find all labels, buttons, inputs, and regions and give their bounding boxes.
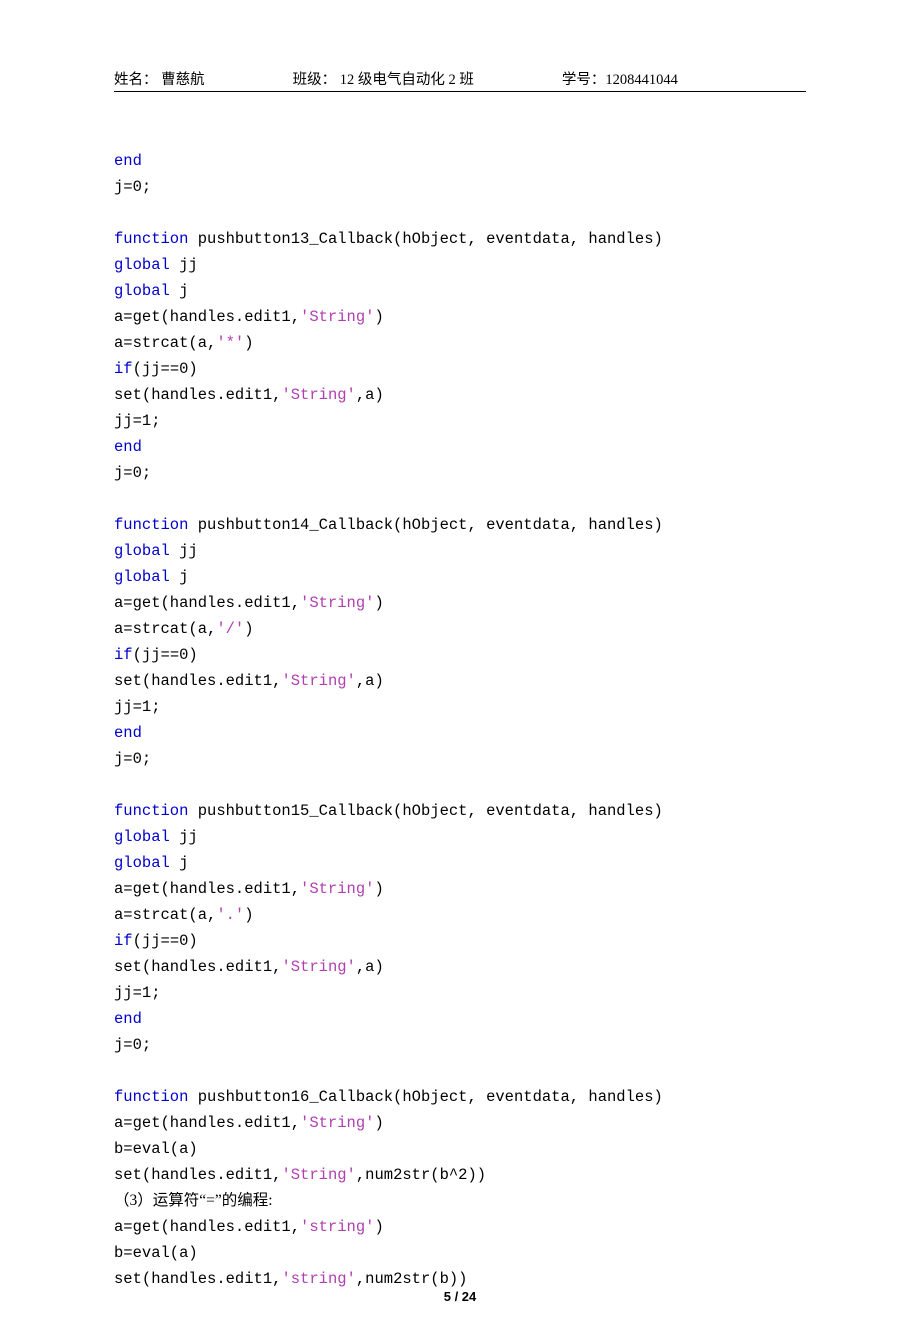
code-line: end (114, 438, 142, 456)
code-line: jj=1; (114, 698, 161, 716)
code-line: global jj (114, 542, 198, 560)
string-literal: 'string' (281, 1270, 355, 1288)
code-line: j=0; (114, 464, 151, 482)
keyword-global: global (114, 854, 170, 872)
keyword-if: if (114, 360, 133, 378)
code-line: function pushbutton16_Callback(hObject, … (114, 1088, 663, 1106)
page-header: 姓名： 曹慈航 班级： 12 级电气自动化 2 班 学号：1208441044 (114, 68, 806, 92)
code-line: global j (114, 568, 188, 586)
string-literal: 'String' (300, 594, 374, 612)
code-line: function pushbutton14_Callback(hObject, … (114, 516, 663, 534)
string-literal: 'String' (281, 386, 355, 404)
code-line: a=get(handles.edit1,'String') (114, 308, 384, 326)
code-line: jj=1; (114, 412, 161, 430)
code-line: function pushbutton13_Callback(hObject, … (114, 230, 663, 248)
header-class: 班级： 12 级电气自动化 2 班 (293, 68, 474, 89)
class-label: 班级： (293, 72, 337, 88)
keyword-function: function (114, 1088, 188, 1106)
name-label: 姓名： (114, 72, 158, 88)
code-line: set(handles.edit1,'String',a) (114, 672, 384, 690)
string-literal: 'String' (300, 880, 374, 898)
code-line: if(jj==0) (114, 360, 198, 378)
name-value: 曹慈航 (161, 72, 205, 88)
keyword-end: end (114, 438, 142, 456)
keyword-end: end (114, 724, 142, 742)
code-line: end (114, 152, 142, 170)
header-name: 姓名： 曹慈航 (114, 68, 205, 89)
header-id: 学号：1208441044 (562, 68, 678, 89)
code-line: j=0; (114, 1036, 151, 1054)
code-line: global j (114, 282, 188, 300)
keyword-global: global (114, 542, 170, 560)
keyword-if: if (114, 932, 133, 950)
code-line: global jj (114, 828, 198, 846)
keyword-function: function (114, 230, 188, 248)
code-line: function pushbutton15_Callback(hObject, … (114, 802, 663, 820)
class-value: 12 级电气自动化 2 班 (340, 72, 474, 88)
code-line: b=eval(a) (114, 1140, 198, 1158)
code-line: global j (114, 854, 188, 872)
code-line-comment: （3）运算符“=”的编程: (114, 1192, 273, 1209)
code-line: end (114, 724, 142, 742)
code-line: a=get(handles.edit1,'String') (114, 1114, 384, 1132)
code-line: set(handles.edit1,'String',a) (114, 386, 384, 404)
code-line: a=get(handles.edit1,'String') (114, 594, 384, 612)
keyword-global: global (114, 282, 170, 300)
string-literal: 'string' (300, 1218, 374, 1236)
code-block: end j=0; function pushbutton13_Callback(… (114, 122, 806, 1292)
string-literal: 'String' (281, 958, 355, 976)
code-line: global jj (114, 256, 198, 274)
keyword-end: end (114, 152, 142, 170)
string-literal: 'String' (300, 1114, 374, 1132)
string-literal: '/' (216, 620, 244, 638)
code-line: if(jj==0) (114, 646, 198, 664)
id-label: 学号： (562, 72, 606, 88)
keyword-global: global (114, 256, 170, 274)
id-value: 1208441044 (605, 72, 678, 88)
code-line: a=get(handles.edit1,'String') (114, 880, 384, 898)
string-literal: 'String' (300, 308, 374, 326)
code-line: set(handles.edit1,'String',num2str(b^2)) (114, 1166, 486, 1184)
keyword-end: end (114, 1010, 142, 1028)
code-line: b=eval(a) (114, 1244, 198, 1262)
keyword-if: if (114, 646, 133, 664)
keyword-global: global (114, 568, 170, 586)
code-line: a=get(handles.edit1,'string') (114, 1218, 384, 1236)
code-line: j=0; (114, 178, 151, 196)
string-literal: 'String' (281, 1166, 355, 1184)
keyword-function: function (114, 802, 188, 820)
keyword-function: function (114, 516, 188, 534)
code-line: a=strcat(a,'.') (114, 906, 254, 924)
document-page: 姓名： 曹慈航 班级： 12 级电气自动化 2 班 学号：1208441044 en… (0, 0, 920, 1332)
code-line: jj=1; (114, 984, 161, 1002)
code-line: end (114, 1010, 142, 1028)
code-line: a=strcat(a,'*') (114, 334, 254, 352)
code-line: set(handles.edit1,'String',a) (114, 958, 384, 976)
string-literal: '.' (216, 906, 244, 924)
keyword-global: global (114, 828, 170, 846)
code-line: if(jj==0) (114, 932, 198, 950)
code-line: j=0; (114, 750, 151, 768)
string-literal: '*' (216, 334, 244, 352)
string-literal: 'String' (281, 672, 355, 690)
code-line: set(handles.edit1,'string',num2str(b)) (114, 1270, 467, 1288)
code-line: a=strcat(a,'/') (114, 620, 254, 638)
